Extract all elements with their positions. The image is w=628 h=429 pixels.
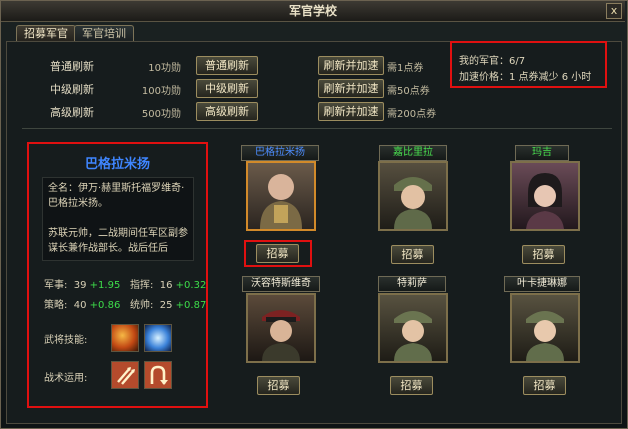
officer-name-4: 沃容特斯维奇 <box>242 276 320 292</box>
close-icon[interactable]: x <box>606 3 622 19</box>
officer-portrait-4[interactable] <box>246 293 316 363</box>
officer-portrait-1[interactable] <box>246 161 316 231</box>
recruit-highlight-box <box>244 240 312 267</box>
officer-name-3: 玛吉 <box>515 145 569 161</box>
stat-leadership: 统帅: 25 +0.87 <box>130 300 207 311</box>
refresh-label-high: 高级刷新 <box>50 106 94 119</box>
ticket-cost-3: 需200点券 <box>387 109 437 120</box>
ticket-cost-2: 需50点券 <box>387 86 430 97</box>
officer-name-5: 特莉萨 <box>378 276 446 292</box>
tactics-label: 战术运用: <box>44 373 88 384</box>
refresh-cost-high: 500功勋 <box>141 109 181 120</box>
stat-command: 指挥: 16 +0.32 <box>130 280 207 291</box>
recruit-button-5[interactable]: 招募 <box>390 376 433 395</box>
divider <box>22 128 612 129</box>
officer-description: 全名：伊万·赫里斯托福罗维奇·巴格拉米扬。 苏联元帅，二战期间任军区副参谋长兼作… <box>42 177 194 261</box>
officer-portrait-6[interactable] <box>510 293 580 363</box>
officer-name-6: 叶卡捷琳娜 <box>504 276 580 292</box>
refresh-label-mid: 中级刷新 <box>50 83 94 96</box>
speed-price: 加速价格：1 点券减少 6 小时 <box>459 72 592 83</box>
my-officers-count: 我的军官：6/7 <box>459 56 526 67</box>
window-title: 军官学校 <box>1 1 625 22</box>
refresh-speedup-button-3[interactable]: 刷新并加速 <box>318 102 384 121</box>
high-refresh-button[interactable]: 高级刷新 <box>196 102 258 121</box>
fire-skill-icon[interactable] <box>111 324 139 352</box>
refresh-cost-mid: 100功勋 <box>141 86 181 97</box>
tab-officer-training[interactable]: 军官培训 <box>74 25 134 42</box>
refresh-cost-normal: 10功勋 <box>148 63 181 74</box>
officer-portrait-2[interactable] <box>378 161 448 231</box>
double-arrow-tactic-icon[interactable] <box>111 361 139 389</box>
normal-refresh-button[interactable]: 普通刷新 <box>196 56 258 75</box>
refresh-speedup-button-1[interactable]: 刷新并加速 <box>318 56 384 75</box>
stat-military: 军事: 39 +1.95 <box>44 280 121 291</box>
recruit-button-6[interactable]: 招募 <box>523 376 566 395</box>
refresh-label-normal: 普通刷新 <box>50 60 94 73</box>
tab-recruit-officer[interactable]: 招募军官 <box>16 25 76 42</box>
mid-refresh-button[interactable]: 中级刷新 <box>196 79 258 98</box>
officer-name-1: 巴格拉米扬 <box>241 145 319 161</box>
stat-strategy: 策略: 40 +0.86 <box>44 300 121 311</box>
recruit-button-2[interactable]: 招募 <box>391 245 434 264</box>
detail-officer-name: 巴格拉米扬 <box>84 157 150 172</box>
recruit-button-4[interactable]: 招募 <box>257 376 300 395</box>
officer-portrait-5[interactable] <box>378 293 448 363</box>
ticket-cost-1: 需1点券 <box>387 63 424 74</box>
u-turn-tactic-icon[interactable] <box>144 361 172 389</box>
officer-name-2: 嘉比里拉 <box>379 145 447 161</box>
skills-label: 武将技能: <box>44 335 88 346</box>
refresh-speedup-button-2[interactable]: 刷新并加速 <box>318 79 384 98</box>
officer-portrait-3[interactable] <box>510 161 580 231</box>
recruit-button-3[interactable]: 招募 <box>522 245 565 264</box>
lightning-skill-icon[interactable] <box>144 324 172 352</box>
